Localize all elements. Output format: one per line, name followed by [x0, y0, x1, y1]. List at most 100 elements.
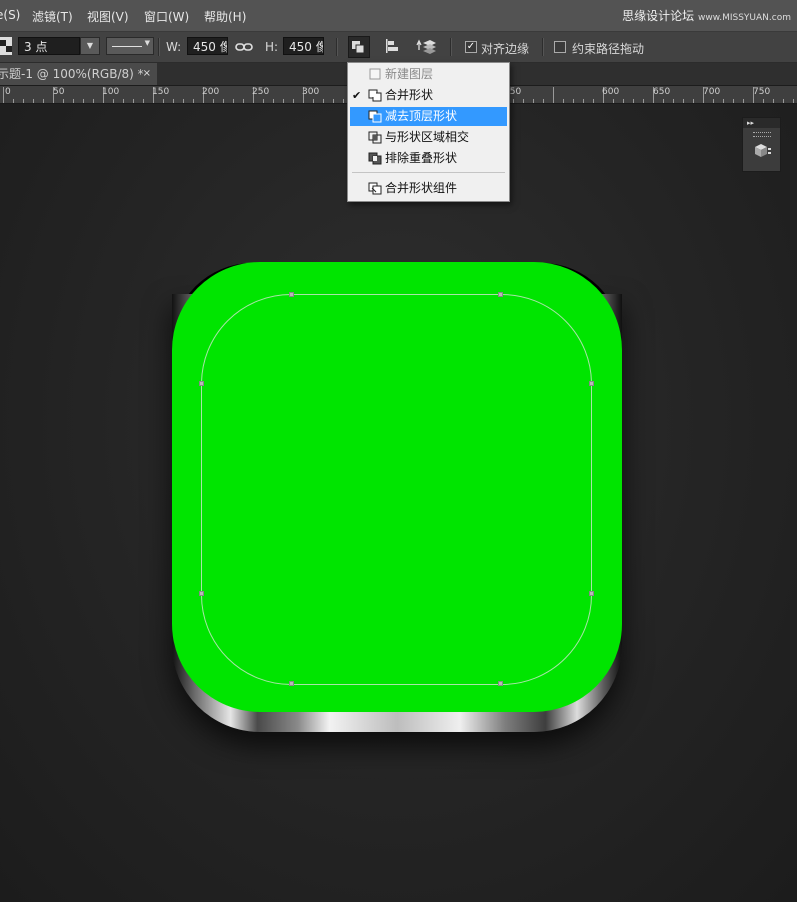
link-dimensions-button[interactable]	[234, 38, 254, 56]
ruler-tick	[793, 99, 794, 103]
ruler-tick	[63, 99, 64, 103]
ruler-tick	[83, 99, 84, 103]
stroke-color-swatch[interactable]	[0, 37, 12, 55]
document-tab[interactable]: 示题-1 @ 100%(RGB/8) * ×	[0, 63, 157, 85]
path-anchor[interactable]	[589, 381, 594, 386]
watermark-main: 思缘设计论坛	[622, 9, 695, 23]
menu-item-label: 合并形状组件	[385, 181, 458, 195]
watermark: 思缘设计论坛 www.MISSYUAN.com	[622, 7, 791, 24]
ruler-tick	[553, 87, 554, 103]
ruler-tick	[143, 99, 144, 103]
panel-tool-button[interactable]	[751, 140, 773, 162]
menu-item-merge-shape-components[interactable]: 合并形状组件	[350, 179, 507, 198]
height-field[interactable]: 450 像	[283, 37, 324, 55]
menu-item-intersect-shapes[interactable]: 与形状区域相交	[350, 128, 507, 147]
menu-item-label: 排除重叠形状	[385, 151, 458, 165]
stroke-width-dropdown[interactable]: ▼	[80, 37, 100, 55]
ruler-tick	[533, 99, 534, 103]
path-alignment-button[interactable]	[382, 36, 404, 58]
ruler-tick	[343, 99, 344, 103]
ruler-label: 150	[152, 87, 170, 97]
ruler-tick	[613, 99, 614, 103]
ruler-tick	[3, 87, 4, 103]
separator	[336, 38, 338, 56]
menu-divider	[352, 172, 505, 173]
options-bar: 3 点 ▼ ▼ W: 450 像 H: 450 像 ✓ 对齐边缘 约束路径拖动	[0, 32, 797, 63]
path-anchor[interactable]	[589, 591, 594, 596]
ruler-tick	[123, 99, 124, 103]
combine-shapes-icon	[368, 89, 382, 102]
path-operations-menu: 新建图层 ✔ 合并形状 减去顶层形状 与形状区域相交 排除重叠形状 合并形状组件	[347, 62, 510, 202]
path-anchor[interactable]	[199, 381, 204, 386]
merge-shape-components-icon	[368, 182, 382, 195]
path-anchor[interactable]	[289, 681, 294, 686]
menu-item-combine-shapes[interactable]: ✔ 合并形状	[350, 86, 507, 105]
ruler-tick	[243, 99, 244, 103]
path-anchor[interactable]	[199, 591, 204, 596]
menu-item-label: 与形状区域相交	[385, 130, 470, 144]
ruler-tick	[323, 99, 324, 103]
ruler-tick	[593, 99, 594, 103]
exclude-overlapping-icon	[368, 152, 382, 165]
ruler-tick	[13, 99, 14, 103]
path-anchor[interactable]	[498, 681, 503, 686]
ruler-tick	[523, 99, 524, 103]
menu-help[interactable]: 帮助(H)	[204, 8, 246, 25]
path-anchor[interactable]	[498, 292, 503, 297]
panel-grip[interactable]	[753, 132, 771, 137]
ruler-tick	[273, 99, 274, 103]
constrain-path-checkbox[interactable]	[554, 41, 566, 53]
menu-item-label: 合并形状	[385, 88, 434, 102]
ruler-tick	[33, 99, 34, 103]
width-field[interactable]: 450 像	[187, 37, 228, 55]
ruler-tick	[583, 99, 584, 103]
ruler-tick	[733, 99, 734, 103]
menu-view[interactable]: 视图(V)	[87, 8, 129, 25]
ruler-tick	[683, 99, 684, 103]
swatch-icon	[0, 40, 12, 52]
stroke-type-select[interactable]: ▼	[106, 37, 154, 55]
align-icon	[386, 39, 398, 53]
path-anchor[interactable]	[289, 292, 294, 297]
ruler-tick	[773, 99, 774, 103]
ruler-tick	[693, 99, 694, 103]
menu-item-subtract-front-shape[interactable]: 减去顶层形状	[350, 107, 507, 126]
chevron-down-icon: ▼	[86, 41, 94, 50]
ruler-tick	[133, 99, 134, 103]
menu-select[interactable]: e(S)	[0, 8, 20, 22]
height-label: H:	[265, 40, 279, 54]
document-tab-title: 示题-1 @ 100%(RGB/8) *	[0, 67, 144, 81]
ruler-tick	[233, 99, 234, 103]
panel-expand-icon[interactable]: ▸▸	[743, 118, 780, 128]
collapsed-panel: ▸▸	[742, 117, 781, 172]
stroke-line-preview	[112, 46, 142, 47]
path-operations-button[interactable]	[348, 36, 370, 58]
separator	[450, 38, 452, 56]
ruler-label: 100	[102, 87, 120, 97]
ruler-label: 200	[202, 87, 220, 97]
menu-filter[interactable]: 滤镜(T)	[32, 8, 73, 25]
arrange-icon	[416, 39, 436, 54]
ruler-label: 300	[302, 87, 320, 97]
align-edges-checkbox[interactable]: ✓	[465, 41, 477, 53]
ruler-tick	[313, 99, 314, 103]
ruler-tick	[673, 99, 674, 103]
menu-window[interactable]: 窗口(W)	[144, 8, 189, 25]
stroke-width-field[interactable]: 3 点	[18, 37, 80, 55]
path-arrangement-button[interactable]	[415, 36, 437, 58]
ruler-tick	[763, 99, 764, 103]
ruler-tick	[163, 99, 164, 103]
ruler-tick	[193, 99, 194, 103]
menu-item-exclude-overlapping[interactable]: 排除重叠形状	[350, 149, 507, 168]
path-outline[interactable]	[201, 294, 592, 685]
separator	[158, 38, 160, 56]
ruler-tick	[73, 99, 74, 103]
ruler-tick	[23, 99, 24, 103]
ruler-label: 50	[53, 87, 65, 97]
ruler-tick	[333, 99, 334, 103]
ruler-tick	[743, 99, 744, 103]
ruler-tick	[573, 99, 574, 103]
ruler-tick	[283, 99, 284, 103]
ruler-tick	[223, 99, 224, 103]
close-icon[interactable]: ×	[143, 63, 151, 85]
